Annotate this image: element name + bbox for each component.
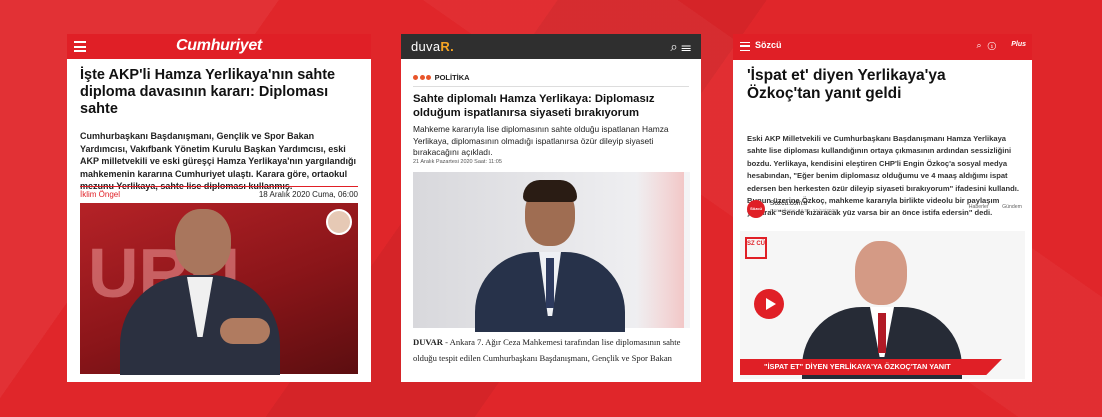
duvar-header-bar: duvaR. ⌕ ☰ xyxy=(401,34,701,59)
source-name[interactable]: Sozcu.com.tr xyxy=(770,200,808,207)
source-date: Güncelleme: 16:51, 21/12/2020 xyxy=(770,209,837,214)
dot-icon xyxy=(426,75,431,80)
author-link[interactable]: İklim Öngel xyxy=(80,190,120,199)
sozcu-header-bar: Sözcü ⌕ⓘ Plus xyxy=(733,34,1032,60)
play-icon[interactable] xyxy=(754,289,784,319)
video-head xyxy=(855,241,907,305)
author-avatar xyxy=(326,209,352,235)
tag-haberler[interactable]: Haberler xyxy=(969,204,989,210)
duvar-header-icons: ⌕ ☰ xyxy=(670,39,691,55)
article-summary: Cumhurbaşkanı Başdanışmanı, Gençlik ve S… xyxy=(80,131,356,191)
source-avatar: Sözcü xyxy=(747,200,765,218)
photo-hair xyxy=(523,180,577,202)
cumhuriyet-card: Cumhuriyet İşte AKP'li Hamza Yerlikaya'n… xyxy=(67,34,371,382)
publish-date: 21 Aralık Pazartesi 2020 Saat: 11:05 xyxy=(413,159,502,165)
duvar-card: duvaR. ⌕ ☰ POLİTİKA Sahte diplomalı Hamz… xyxy=(401,34,701,382)
duvar-logo-suffix: R. xyxy=(440,39,454,54)
publish-date: 18 Aralık 2020 Cuma, 06:00 xyxy=(258,190,358,199)
photo-flag xyxy=(636,172,684,328)
video-tie xyxy=(878,313,886,353)
article-title[interactable]: Sahte diplomalı Hamza Yerlikaya: Diploma… xyxy=(413,92,695,120)
photo-tie xyxy=(546,258,554,308)
duvar-logo[interactable]: duvaR. xyxy=(411,39,454,54)
section-label: POLİTİKA xyxy=(434,73,470,82)
dot-icon xyxy=(419,75,425,80)
video-player[interactable]: SZ CÜ "İSPAT ET" DİYEN YERLİKAYA'YA ÖZKO… xyxy=(740,231,1025,379)
article-summary: Mahkeme kararıyla lise diplomasının saht… xyxy=(413,124,669,157)
article-photo xyxy=(413,172,690,332)
video-channel-logo: SZ CÜ xyxy=(745,237,767,259)
menu-icon[interactable]: ☰ xyxy=(681,39,691,54)
tag-list: Haberler Gündem xyxy=(969,204,1022,210)
article-body: DUVAR - Ankara 7. Ağır Ceza Mahkemesi ta… xyxy=(413,334,693,366)
cumhuriyet-logo[interactable]: Cumhuriyet xyxy=(67,37,371,55)
section-kicker[interactable]: POLİTİKA xyxy=(413,73,470,82)
body-text: - Ankara 7. Ağır Ceza Mahkemesi tarafınd… xyxy=(413,337,681,363)
article-title[interactable]: İşte AKP'li Hamza Yerlikaya'nın sahte di… xyxy=(80,67,360,118)
article-photo: URU xyxy=(80,203,358,375)
divider xyxy=(80,186,358,187)
body-lead: DUVAR xyxy=(413,337,443,347)
sozcu-header-icons: ⌕ⓘ xyxy=(977,40,1002,51)
sozcu-logo[interactable]: Sözcü xyxy=(755,40,782,50)
duvar-logo-prefix: duva xyxy=(411,39,441,54)
divider xyxy=(413,86,689,87)
sozcu-card: Sözcü ⌕ⓘ Plus 'İspat et' diyen Yerlikaya… xyxy=(733,34,1032,382)
photo-head xyxy=(175,209,231,275)
search-icon[interactable]: ⌕ xyxy=(977,40,988,50)
search-icon[interactable]: ⌕ xyxy=(670,39,677,54)
plus-link[interactable]: Plus xyxy=(1011,41,1026,48)
info-icon[interactable]: ⓘ xyxy=(988,40,1002,50)
dot-icon xyxy=(413,75,418,80)
menu-icon[interactable] xyxy=(740,42,750,51)
tag-gundem[interactable]: Gündem xyxy=(1002,204,1022,210)
article-title[interactable]: 'İspat et' diyen Yerlikaya'ya Özkoç'tan … xyxy=(747,67,1023,103)
video-caption: "İSPAT ET" DİYEN YERLİKAYA'YA ÖZKOÇ'TAN … xyxy=(740,359,1002,375)
photo-hand xyxy=(220,318,270,344)
cumhuriyet-header-bar: Cumhuriyet xyxy=(67,34,371,59)
